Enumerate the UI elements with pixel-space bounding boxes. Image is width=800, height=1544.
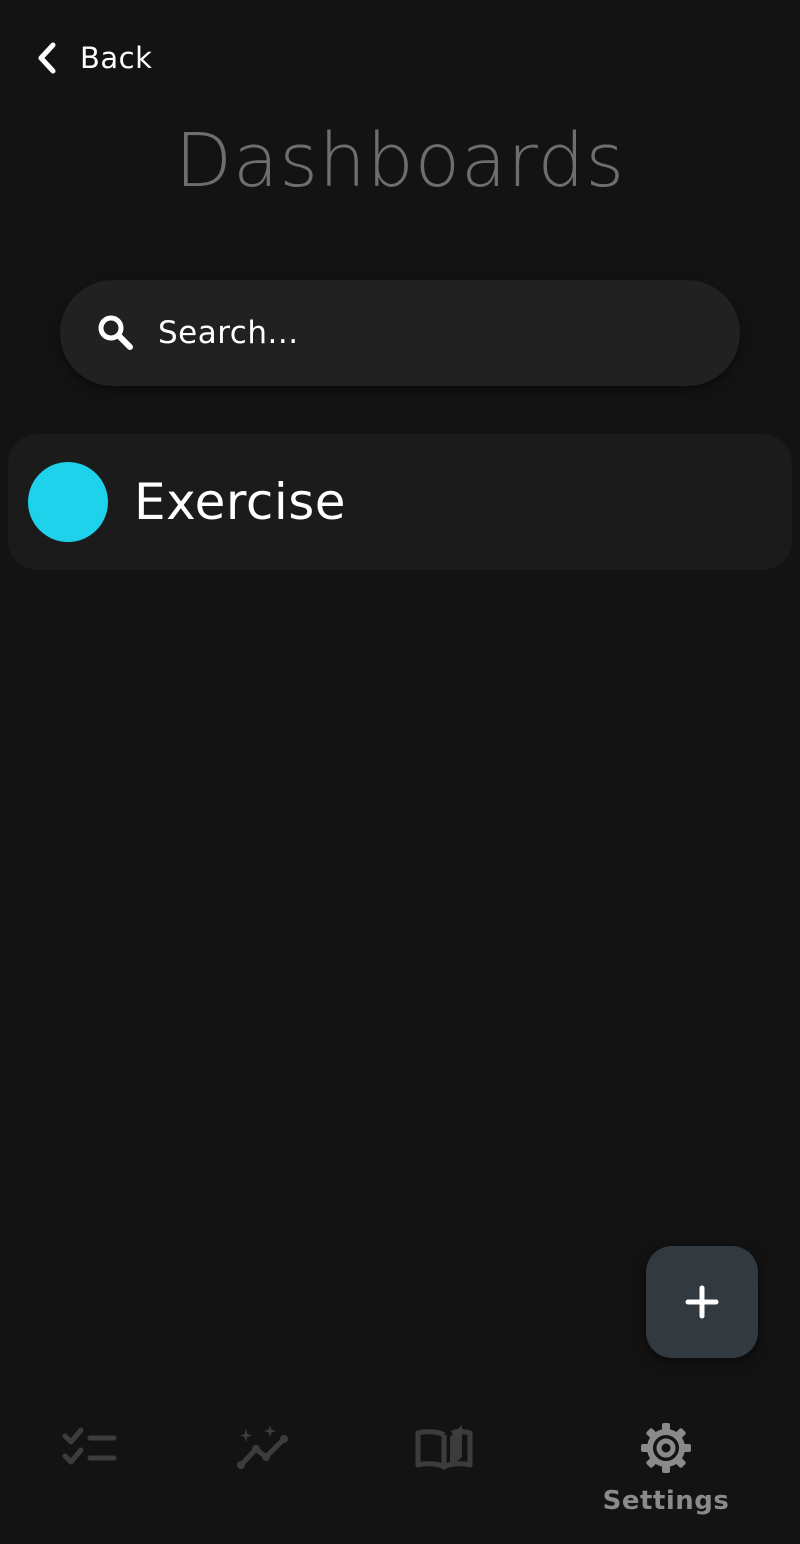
search-icon bbox=[96, 313, 136, 353]
page-title: Dashboards bbox=[174, 118, 626, 204]
book-icon bbox=[414, 1418, 474, 1478]
dashboard-item-exercise[interactable]: Exercise bbox=[8, 434, 792, 570]
back-label: Back bbox=[80, 41, 153, 75]
chevron-left-icon bbox=[36, 42, 62, 74]
gear-icon bbox=[636, 1418, 696, 1478]
search-bar[interactable] bbox=[60, 280, 740, 386]
nav-label-settings: Settings bbox=[602, 1486, 730, 1516]
back-button[interactable]: Back bbox=[36, 36, 152, 80]
dashboard-name: Exercise bbox=[134, 473, 347, 531]
add-dashboard-button[interactable] bbox=[646, 1246, 758, 1358]
search-input[interactable] bbox=[156, 302, 680, 364]
plus-icon bbox=[685, 1285, 719, 1319]
nav-item-tasks[interactable] bbox=[0, 1400, 190, 1544]
nav-item-insights[interactable] bbox=[166, 1400, 366, 1544]
sparkle-chart-icon bbox=[236, 1418, 296, 1478]
dashboard-color-dot bbox=[28, 462, 108, 542]
nav-item-settings[interactable]: Settings bbox=[566, 1400, 766, 1544]
nav-item-journal[interactable] bbox=[344, 1400, 544, 1544]
bottom-nav: Settings bbox=[0, 1400, 800, 1544]
checklist-icon bbox=[60, 1418, 120, 1478]
